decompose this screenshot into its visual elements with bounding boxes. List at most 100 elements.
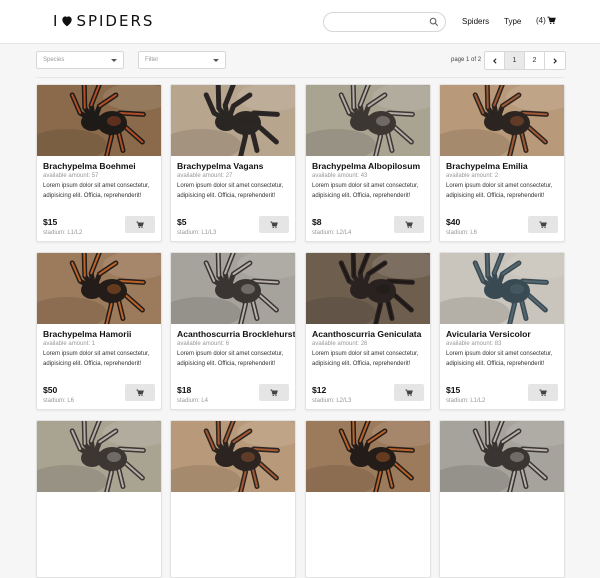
chevron-right-icon — [553, 57, 557, 64]
spider-photo — [306, 421, 430, 492]
product-name[interactable]: Brachypelma Hamorii — [43, 329, 159, 339]
add-to-cart-button[interactable] — [394, 216, 424, 233]
cart-icon — [136, 221, 144, 228]
product-stadium: stadium: L4 — [177, 398, 209, 404]
filter-select-label: Filter — [145, 57, 159, 63]
page-1-button[interactable]: 1 — [505, 52, 525, 69]
product-card[interactable]: Brachypelma Hamorii available amount: 1 … — [36, 252, 162, 410]
product-amount: available amount: 2 — [446, 173, 499, 179]
product-image[interactable] — [37, 253, 161, 324]
add-to-cart-button[interactable] — [125, 384, 155, 401]
cart-icon — [270, 389, 278, 396]
product-name[interactable]: Brachypelma Albopilosum — [312, 161, 428, 171]
pagination: 1 2 — [484, 51, 566, 70]
spider-photo — [306, 253, 430, 324]
nav-type-link[interactable]: Type — [504, 17, 521, 26]
species-select[interactable]: Species — [36, 51, 124, 69]
product-price: $50 — [43, 385, 58, 395]
product-name[interactable]: Acanthoscurria Brocklehursti — [177, 329, 295, 339]
product-stadium: stadium: L2/L4 — [312, 230, 352, 236]
product-card-partial[interactable] — [36, 420, 162, 578]
product-price: $18 — [177, 385, 192, 395]
cart-icon — [539, 389, 547, 396]
product-description: Lorem ipsum dolor sit amet consectetur, … — [312, 183, 419, 199]
product-amount: available amount: 83 — [446, 341, 502, 347]
product-image[interactable] — [306, 421, 430, 492]
product-image[interactable] — [171, 85, 295, 156]
product-card[interactable]: Avicularia Versicolor available amount: … — [439, 252, 565, 410]
add-to-cart-button[interactable] — [394, 384, 424, 401]
product-amount: available amount: 27 — [177, 173, 233, 179]
next-page-button[interactable] — [545, 52, 565, 69]
cart-button[interactable]: (4) — [536, 16, 556, 25]
product-price: $15 — [43, 217, 58, 227]
product-price: $12 — [312, 385, 327, 395]
product-stadium: stadium: L6 — [43, 398, 75, 404]
page-info: page 1 of 2 — [451, 57, 482, 63]
product-description: Lorem ipsum dolor sit amet consectetur, … — [43, 183, 150, 199]
search-input[interactable] — [332, 15, 428, 29]
cart-icon — [405, 221, 413, 228]
product-description: Lorem ipsum dolor sit amet consectetur, … — [446, 183, 553, 199]
add-to-cart-button[interactable] — [528, 384, 558, 401]
product-description: Lorem ipsum dolor sit amet consectetur, … — [312, 351, 419, 367]
cart-icon — [539, 221, 547, 228]
product-name[interactable]: Brachypelma Emilia — [446, 161, 562, 171]
product-price: $8 — [312, 217, 322, 227]
add-to-cart-button[interactable] — [125, 216, 155, 233]
product-image[interactable] — [440, 253, 564, 324]
spider-photo — [440, 421, 564, 492]
search-icon[interactable] — [429, 17, 439, 27]
add-to-cart-button[interactable] — [528, 216, 558, 233]
product-card[interactable]: Brachypelma Albopilosum available amount… — [305, 84, 431, 242]
product-card-partial[interactable] — [439, 420, 565, 578]
heart-icon — [62, 16, 73, 27]
chevron-left-icon — [492, 57, 497, 64]
product-image[interactable] — [306, 253, 430, 324]
product-name[interactable]: Brachypelma Boehmei — [43, 161, 159, 171]
product-image[interactable] — [440, 421, 564, 492]
spider-photo — [306, 85, 430, 156]
prev-page-button[interactable] — [485, 52, 505, 69]
add-to-cart-button[interactable] — [259, 216, 289, 233]
product-image[interactable] — [440, 85, 564, 156]
product-price: $40 — [446, 217, 461, 227]
page-2-button[interactable]: 2 — [525, 52, 545, 69]
add-to-cart-button[interactable] — [259, 384, 289, 401]
site-header: I SPIDERS Spiders Type (4) — [0, 0, 600, 44]
product-card[interactable]: Acanthoscurria Brocklehursti available a… — [170, 252, 296, 410]
site-logo[interactable]: I SPIDERS — [53, 12, 154, 30]
cart-icon — [405, 389, 413, 396]
product-name[interactable]: Acanthoscurria Geniculata — [312, 329, 428, 339]
product-card[interactable]: Brachypelma Emilia available amount: 2 L… — [439, 84, 565, 242]
product-description: Lorem ipsum dolor sit amet consectetur, … — [177, 183, 284, 199]
product-image[interactable] — [171, 421, 295, 492]
product-card[interactable]: Acanthoscurria Geniculata available amou… — [305, 252, 431, 410]
product-amount: available amount: 26 — [312, 341, 368, 347]
spider-photo — [440, 85, 564, 156]
product-image[interactable] — [171, 253, 295, 324]
cart-icon — [270, 221, 278, 228]
product-name[interactable]: Avicularia Versicolor — [446, 329, 562, 339]
product-amount: available amount: 57 — [43, 173, 99, 179]
product-stadium: stadium: L6 — [446, 230, 478, 236]
product-image[interactable] — [37, 421, 161, 492]
spider-photo — [171, 253, 295, 324]
product-stadium: stadium: L2/L3 — [312, 398, 352, 404]
species-select-label: Species — [43, 57, 65, 63]
product-image[interactable] — [37, 85, 161, 156]
product-image[interactable] — [306, 85, 430, 156]
product-card-partial[interactable] — [170, 420, 296, 578]
product-card[interactable]: Brachypelma Vagans available amount: 27 … — [170, 84, 296, 242]
search-box — [323, 12, 446, 32]
spider-photo — [37, 421, 161, 492]
product-stadium: stadium: L1/L2 — [446, 398, 486, 404]
nav-spiders-link[interactable]: Spiders — [462, 17, 489, 26]
product-description: Lorem ipsum dolor sit amet consectetur, … — [43, 351, 150, 367]
chevron-down-icon — [111, 59, 117, 62]
product-card-partial[interactable] — [305, 420, 431, 578]
filter-select[interactable]: Filter — [138, 51, 226, 69]
product-description: Lorem ipsum dolor sit amet consectetur, … — [446, 351, 553, 367]
product-name[interactable]: Brachypelma Vagans — [177, 161, 293, 171]
product-card[interactable]: Brachypelma Boehmei available amount: 57… — [36, 84, 162, 242]
